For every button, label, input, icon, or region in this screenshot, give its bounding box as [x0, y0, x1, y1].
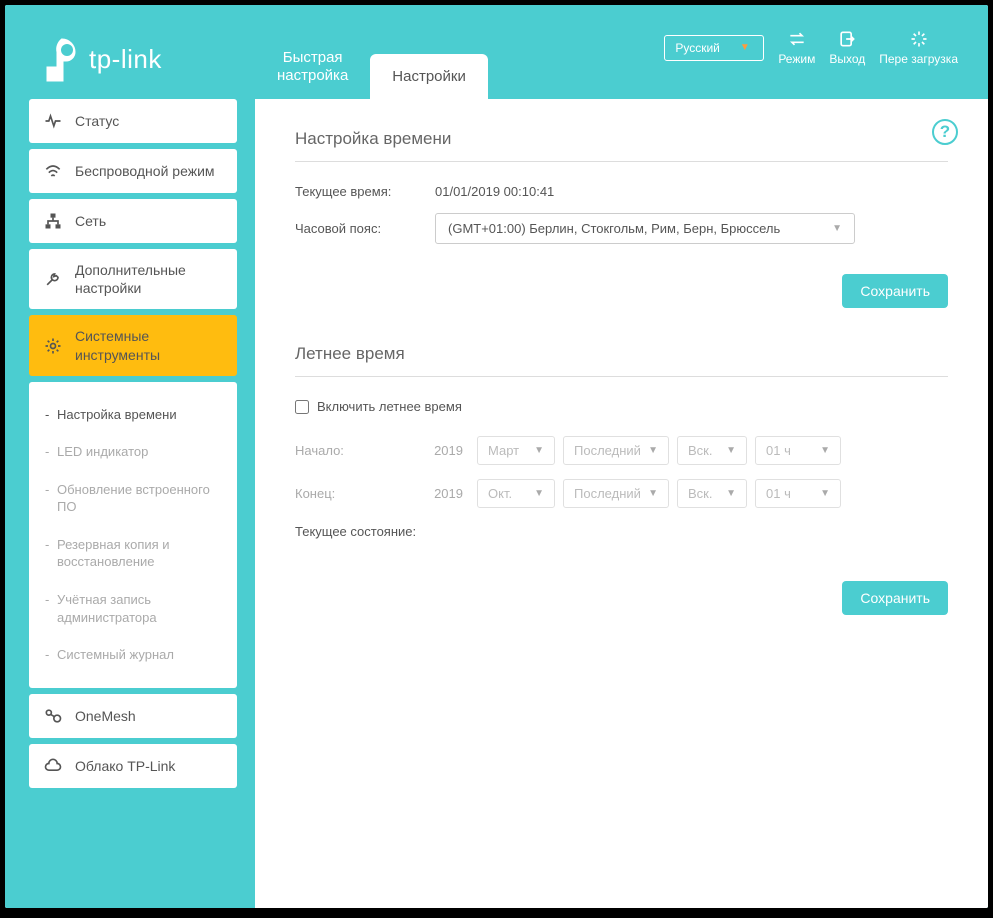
swap-icon: [787, 29, 807, 49]
gear-icon: [43, 336, 63, 356]
brand-logo: tp-link: [5, 5, 245, 83]
sub-syslog[interactable]: Системный журнал: [29, 636, 237, 674]
mode-button[interactable]: Режим: [778, 29, 815, 66]
dst-start-label: Начало:: [295, 443, 405, 458]
brand-name: tp-link: [89, 44, 162, 75]
dst-start-month-select[interactable]: Март▼: [477, 436, 555, 465]
nav-cloud-label: Облако TP-Link: [75, 758, 175, 774]
nav-wireless-label: Беспроводной режим: [75, 162, 215, 180]
wrench-icon: [43, 269, 63, 289]
chevron-down-icon: ▼: [648, 488, 658, 499]
nav-advanced[interactable]: Дополнительные настройки: [29, 249, 237, 309]
reboot-icon: [909, 29, 929, 49]
dst-start-day-select[interactable]: Вск.▼: [677, 436, 747, 465]
timezone-select-value: (GMT+01:00) Берлин, Стокгольм, Рим, Берн…: [448, 221, 780, 236]
timezone-select[interactable]: (GMT+01:00) Берлин, Стокгольм, Рим, Берн…: [435, 213, 855, 244]
chevron-down-icon: ▼: [832, 223, 842, 234]
reboot-label: Пере загрузка: [879, 52, 958, 66]
chevron-down-icon: ▼: [740, 42, 750, 53]
sub-backup[interactable]: Резервная копия и восстановление: [29, 526, 237, 581]
content-pane: ? Настройка времени Текущее время: 01/01…: [255, 99, 988, 908]
reboot-button[interactable]: Пере загрузка: [879, 29, 958, 66]
chevron-down-icon: ▼: [726, 488, 736, 499]
mesh-icon: [43, 706, 63, 726]
nav-system-tools[interactable]: Системные инструменты: [29, 315, 237, 375]
mode-label: Режим: [778, 52, 815, 66]
nav-onemesh[interactable]: OneMesh: [29, 694, 237, 738]
dst-start-year: 2019: [413, 443, 469, 458]
tp-link-logo-icon: [45, 35, 85, 83]
current-time-value: 01/01/2019 00:10:41: [435, 184, 554, 199]
nav-network-label: Сеть: [75, 213, 106, 229]
nav-network[interactable]: Сеть: [29, 199, 237, 243]
sub-time-settings[interactable]: Настройка времени: [29, 396, 237, 434]
dst-start-hour-select[interactable]: 01 ч▼: [755, 436, 841, 465]
tab-settings[interactable]: Настройки: [370, 54, 488, 99]
nav-advanced-label: Дополнительные настройки: [75, 261, 223, 297]
dst-end-month-select[interactable]: Окт.▼: [477, 479, 555, 508]
sub-led[interactable]: LED индикатор: [29, 433, 237, 471]
nav-wireless[interactable]: Беспроводной режим: [29, 149, 237, 193]
wifi-icon: [43, 161, 63, 181]
chevron-down-icon: ▼: [648, 445, 658, 456]
dst-current-status: Текущее состояние:: [295, 524, 948, 539]
cloud-icon: [43, 756, 63, 776]
current-time-label: Текущее время:: [295, 184, 435, 199]
sub-admin[interactable]: Учётная запись администратора: [29, 581, 237, 636]
nav-onemesh-label: OneMesh: [75, 708, 136, 724]
chevron-down-icon: ▼: [820, 488, 830, 499]
dst-end-week-select[interactable]: Последний▼: [563, 479, 669, 508]
language-select-value: Русский: [675, 41, 720, 55]
save-time-button[interactable]: Сохранить: [842, 274, 948, 308]
help-button[interactable]: ?: [932, 119, 958, 145]
activity-icon: [43, 111, 63, 131]
chevron-down-icon: ▼: [534, 445, 544, 456]
save-dst-button[interactable]: Сохранить: [842, 581, 948, 615]
dst-end-day-select[interactable]: Вск.▼: [677, 479, 747, 508]
section-dst-title: Летнее время: [295, 344, 948, 377]
chevron-down-icon: ▼: [534, 488, 544, 499]
logout-icon: [837, 29, 857, 49]
sub-firmware[interactable]: Обновление встроенного ПО: [29, 471, 237, 526]
nav-status-label: Статус: [75, 113, 119, 129]
timezone-label: Часовой пояс:: [295, 221, 435, 236]
enable-dst-checkbox[interactable]: [295, 400, 309, 414]
dst-end-year: 2019: [413, 486, 469, 501]
dst-start-week-select[interactable]: Последний▼: [563, 436, 669, 465]
nav-system-label: Системные инструменты: [75, 327, 223, 363]
subnav-system: Настройка времени LED индикатор Обновлен…: [29, 382, 237, 688]
nav-cloud[interactable]: Облако TP-Link: [29, 744, 237, 788]
tab-quick-setup[interactable]: Быстрая настройка: [255, 35, 370, 99]
section-time-title: Настройка времени: [295, 129, 948, 162]
enable-dst-label: Включить летнее время: [317, 399, 462, 414]
logout-button[interactable]: Выход: [829, 29, 865, 66]
dst-end-hour-select[interactable]: 01 ч▼: [755, 479, 841, 508]
chevron-down-icon: ▼: [820, 445, 830, 456]
logout-label: Выход: [829, 52, 865, 66]
network-icon: [43, 211, 63, 231]
chevron-down-icon: ▼: [726, 445, 736, 456]
dst-end-label: Конец:: [295, 486, 405, 501]
language-select[interactable]: Русский ▼: [664, 35, 764, 61]
sidebar: Статус Беспроводной режим Сеть Дополните…: [5, 99, 237, 908]
nav-status[interactable]: Статус: [29, 99, 237, 143]
